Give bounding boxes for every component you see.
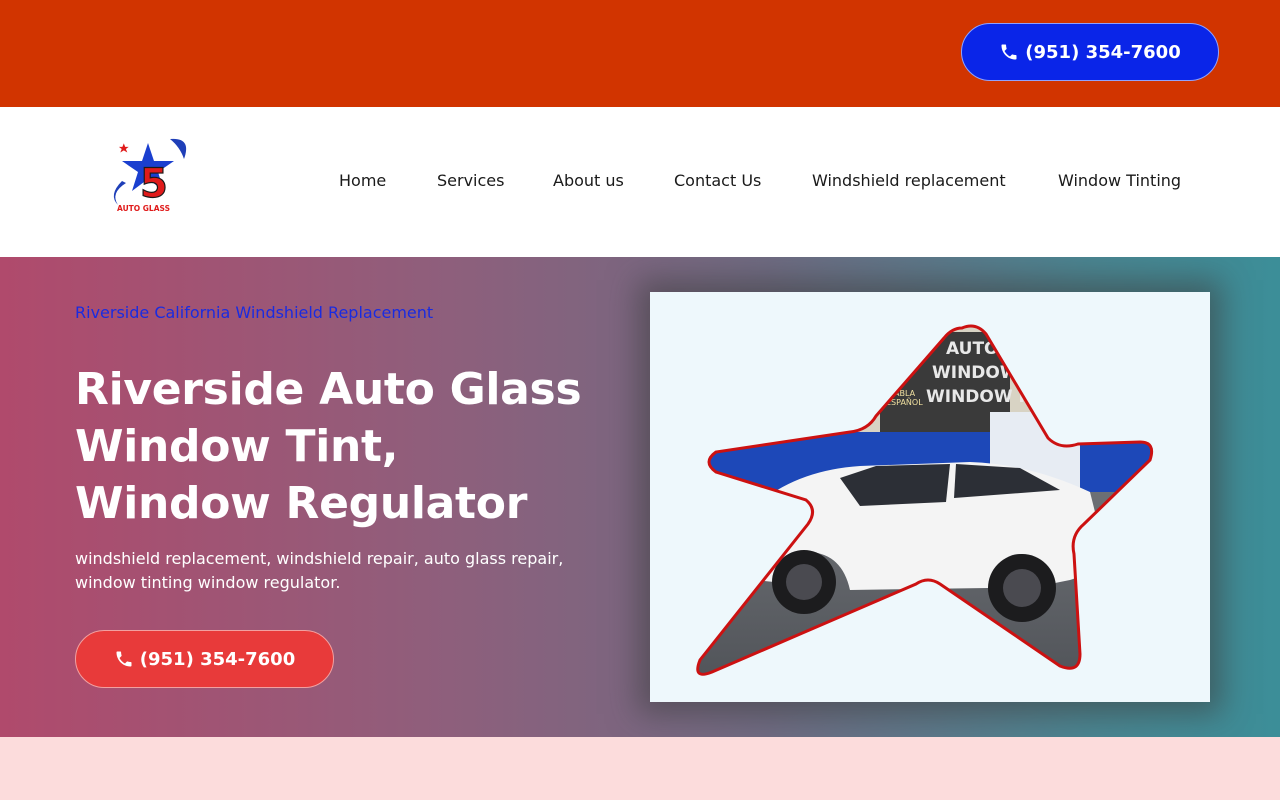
hero-phone-label: (951) 354-7600 — [139, 648, 296, 670]
nav-home[interactable]: Home — [339, 171, 386, 190]
nav-windshield-replacement[interactable]: Windshield replacement — [812, 171, 1006, 190]
hero-section: Riverside California Windshield Replacem… — [0, 257, 1280, 737]
hero-eyebrow: Riverside California Windshield Replacem… — [75, 303, 434, 322]
phone-icon — [114, 649, 134, 669]
hero-phone-button[interactable]: (951) 354-7600 — [75, 630, 334, 688]
nav-contact-us[interactable]: Contact Us — [674, 171, 761, 190]
site-header: 5 AUTO GLASS Home Services About us Cont… — [0, 107, 1280, 257]
top-phone-button[interactable]: (951) 354-7600 — [961, 23, 1219, 81]
hero-subtitle: windshield replacement, windshield repai… — [75, 549, 564, 592]
hero-image-card: AUTO WINDOW WINDOW R HABLA ESPAÑOL — [650, 292, 1210, 702]
main-nav: Home Services About us Contact Us Windsh… — [0, 107, 1280, 257]
star-car-image: AUTO WINDOW WINDOW R HABLA ESPAÑOL — [696, 324, 1154, 676]
nav-services[interactable]: Services — [437, 171, 504, 190]
next-section — [0, 737, 1280, 800]
phone-icon — [999, 42, 1019, 62]
sign-line-3: WINDOW R — [926, 387, 1032, 407]
hero-title: Riverside Auto Glass Window Tint, Window… — [75, 364, 582, 529]
top-bar: (951) 354-7600 — [0, 0, 1280, 107]
nav-about-us[interactable]: About us — [553, 171, 624, 190]
nav-window-tinting[interactable]: Window Tinting — [1058, 171, 1181, 190]
top-phone-label: (951) 354-7600 — [1025, 41, 1181, 63]
